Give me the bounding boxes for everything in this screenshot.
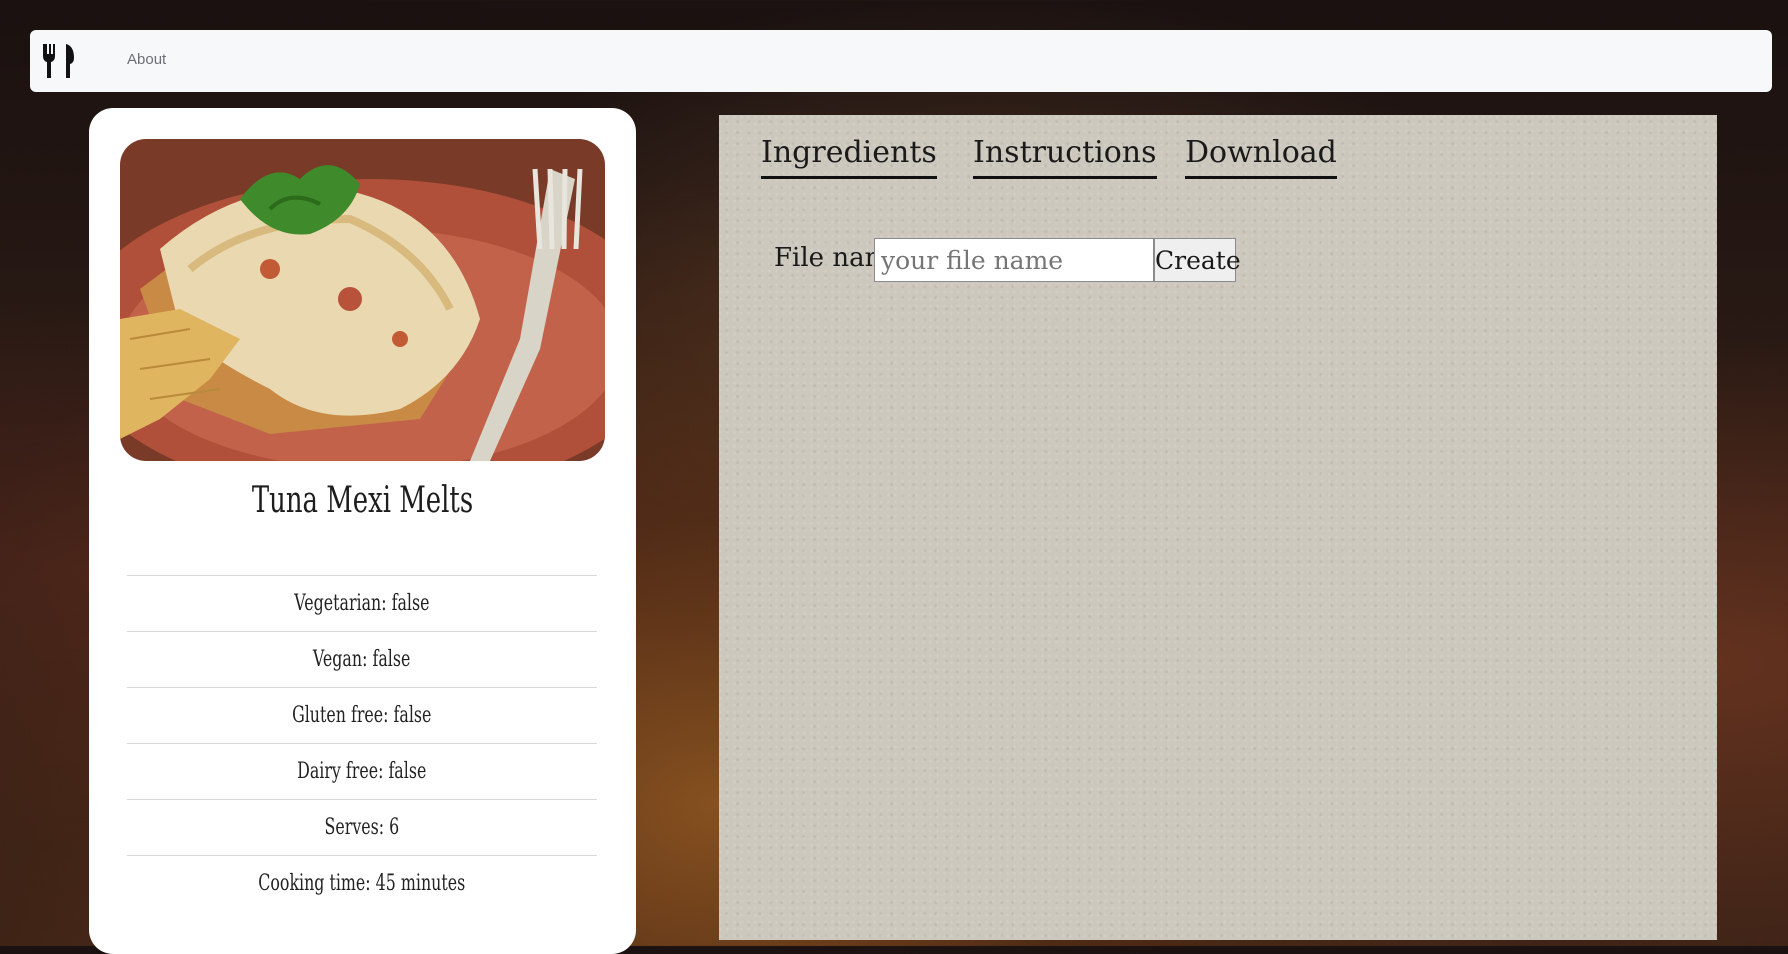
fork-knife-icon[interactable] <box>40 42 76 80</box>
recipe-photo <box>120 139 605 461</box>
fact-cooking-time: Cooking time: 45 minutes <box>127 855 597 911</box>
tab-instructions[interactable]: Instructions <box>973 135 1157 179</box>
fact-dairy-free: Dairy free: false <box>127 743 597 799</box>
fact-gluten-free: Gluten free: false <box>127 687 597 743</box>
tab-ingredients[interactable]: Ingredients <box>761 135 937 179</box>
fact-serves: Serves: 6 <box>127 799 597 855</box>
file-name-input[interactable] <box>874 238 1154 282</box>
recipe-detail-panel: Ingredients Instructions Download File n… <box>719 115 1717 940</box>
nav-about-link[interactable]: About <box>127 51 166 68</box>
tab-download[interactable]: Download <box>1185 135 1337 179</box>
fact-vegan: Vegan: false <box>127 631 597 687</box>
create-button[interactable]: Create <box>1154 238 1241 282</box>
top-navbar: About <box>30 30 1772 92</box>
fact-vegetarian: Vegetarian: false <box>127 575 597 631</box>
recipe-title: Tuna Mexi Melts <box>251 480 474 521</box>
recipe-facts-list: Vegetarian: false Vegan: false Gluten fr… <box>127 575 597 911</box>
recipe-card: Tuna Mexi Melts Vegetarian: false Vegan:… <box>89 108 636 954</box>
